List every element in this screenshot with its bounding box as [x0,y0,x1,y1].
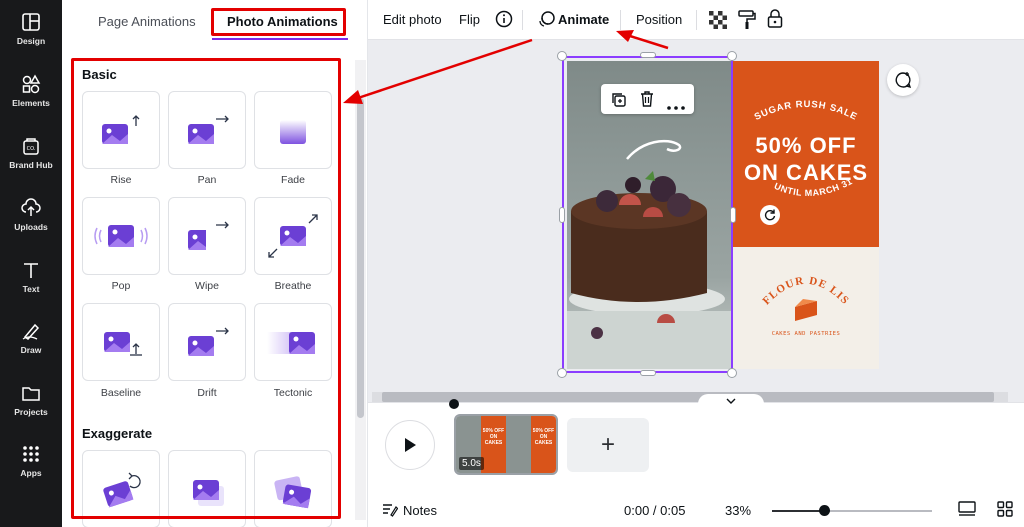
zoom-slider-handle[interactable] [819,505,830,516]
play-icon [405,438,416,452]
clip-thumb-sale: 50% OFF ON CAKES [481,416,506,473]
zoom-percentage[interactable]: 33% [725,503,751,518]
canvas-scrollbar-thumb[interactable] [382,392,994,402]
grid-view-icon[interactable] [997,501,1013,522]
clip-thumb-sale-2: 50% OFF ON CAKES [531,416,556,473]
notes-button[interactable]: Notes [403,503,437,518]
zoom-slider-fill [772,510,824,512]
clip-thumb-sale-text-2: 50% OFF ON CAKES [532,428,555,446]
clip-thumb-photo-2 [506,416,531,473]
clip-thumb-sale-text: 50% OFF ON CAKES [482,428,505,446]
page-view-icon[interactable] [958,501,976,522]
notes-icon[interactable] [382,503,399,522]
clip-duration: 5.0s [459,457,484,470]
chevron-down-icon [726,398,736,404]
playhead-marker[interactable] [449,399,459,409]
collapse-timeline-button[interactable] [698,394,764,408]
canvas-scrollbar[interactable] [372,392,1008,402]
play-button[interactable] [385,420,435,470]
add-page-button[interactable]: + [567,418,649,472]
plus-icon: + [600,431,615,458]
time-display: 0:00 / 0:05 [624,503,686,518]
